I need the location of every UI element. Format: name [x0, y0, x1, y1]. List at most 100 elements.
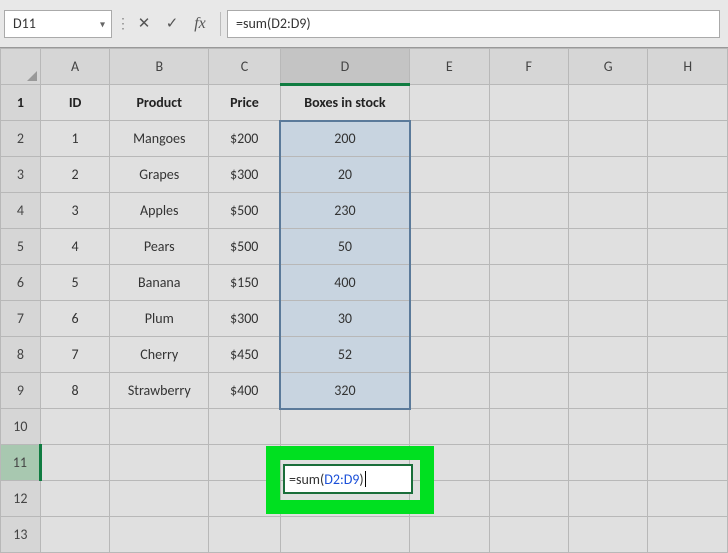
cell-G7[interactable] — [568, 301, 647, 337]
row-header-2[interactable]: 2 — [1, 121, 41, 157]
cell-D2[interactable]: 200 — [280, 121, 409, 157]
cell-A9[interactable]: 8 — [40, 373, 110, 409]
cell-H3[interactable] — [648, 157, 728, 193]
row-header-5[interactable]: 5 — [1, 229, 41, 265]
cell-F8[interactable] — [489, 337, 568, 373]
cell-E6[interactable] — [410, 265, 489, 301]
cell-C10[interactable] — [209, 409, 281, 445]
cell-C6[interactable]: $150 — [209, 265, 281, 301]
cell-A1[interactable]: ID — [40, 85, 110, 121]
cell-H7[interactable] — [648, 301, 728, 337]
cell-C3[interactable]: $300 — [209, 157, 281, 193]
cell-G4[interactable] — [568, 193, 647, 229]
cell-E7[interactable] — [410, 301, 489, 337]
cell-F6[interactable] — [489, 265, 568, 301]
cell-E11[interactable] — [410, 445, 489, 481]
cell-C11[interactable] — [209, 445, 281, 481]
cell-A2[interactable]: 1 — [40, 121, 110, 157]
cell-B4[interactable]: Apples — [110, 193, 209, 229]
cell-D4[interactable]: 230 — [280, 193, 409, 229]
enter-button[interactable]: ✓ — [158, 10, 186, 38]
cell-F1[interactable] — [489, 85, 568, 121]
cell-B9[interactable]: Strawberry — [110, 373, 209, 409]
cell-B5[interactable]: Pears — [110, 229, 209, 265]
cell-C12[interactable] — [209, 481, 281, 517]
cell-H2[interactable] — [648, 121, 728, 157]
cell-C5[interactable]: $500 — [209, 229, 281, 265]
insert-function-button[interactable]: fx — [186, 10, 214, 38]
cell-E10[interactable] — [410, 409, 489, 445]
column-header-G[interactable]: G — [568, 49, 647, 85]
cell-E8[interactable] — [410, 337, 489, 373]
cell-D6[interactable]: 400 — [280, 265, 409, 301]
cell-G2[interactable] — [568, 121, 647, 157]
name-box[interactable]: D11 ▾ — [4, 10, 112, 38]
column-header-D[interactable]: D — [280, 49, 409, 85]
cell-A12[interactable] — [40, 481, 110, 517]
cell-H9[interactable] — [648, 373, 728, 409]
cell-H8[interactable] — [648, 337, 728, 373]
cell-G3[interactable] — [568, 157, 647, 193]
cell-E13[interactable] — [410, 517, 489, 553]
row-header-7[interactable]: 7 — [1, 301, 41, 337]
cell-D10[interactable] — [280, 409, 409, 445]
cell-B7[interactable]: Plum — [110, 301, 209, 337]
cell-F5[interactable] — [489, 229, 568, 265]
row-header-6[interactable]: 6 — [1, 265, 41, 301]
cell-B3[interactable]: Grapes — [110, 157, 209, 193]
cell-D1[interactable]: Boxes in stock — [280, 85, 409, 121]
cell-A3[interactable]: 2 — [40, 157, 110, 193]
cell-D13[interactable] — [280, 517, 409, 553]
cell-D7[interactable]: 30 — [280, 301, 409, 337]
cell-H13[interactable] — [648, 517, 728, 553]
formula-input[interactable]: =sum(D2:D9) — [227, 10, 720, 38]
dropdown-icon[interactable]: ▾ — [100, 17, 105, 30]
cell-C4[interactable]: $500 — [209, 193, 281, 229]
cancel-button[interactable]: ✕ — [130, 10, 158, 38]
cell-A5[interactable]: 4 — [40, 229, 110, 265]
cell-H6[interactable] — [648, 265, 728, 301]
cell-H4[interactable] — [648, 193, 728, 229]
cell-E3[interactable] — [410, 157, 489, 193]
row-header-10[interactable]: 10 — [1, 409, 41, 445]
cell-B10[interactable] — [110, 409, 209, 445]
cell-A13[interactable] — [40, 517, 110, 553]
cell-H12[interactable] — [648, 481, 728, 517]
cell-G12[interactable] — [568, 481, 647, 517]
cell-G11[interactable] — [568, 445, 647, 481]
column-header-E[interactable]: E — [410, 49, 489, 85]
cell-B1[interactable]: Product — [110, 85, 209, 121]
cell-G13[interactable] — [568, 517, 647, 553]
cell-H5[interactable] — [648, 229, 728, 265]
cell-E2[interactable] — [410, 121, 489, 157]
row-header-13[interactable]: 13 — [1, 517, 41, 553]
cell-A4[interactable]: 3 — [40, 193, 110, 229]
cell-H11[interactable] — [648, 445, 728, 481]
cell-G5[interactable] — [568, 229, 647, 265]
row-header-11[interactable]: 11 — [1, 445, 41, 481]
cell-E5[interactable] — [410, 229, 489, 265]
cell-H1[interactable] — [648, 85, 728, 121]
cell-D9[interactable]: 320 — [280, 373, 409, 409]
cell-B13[interactable] — [110, 517, 209, 553]
cell-B6[interactable]: Banana — [110, 265, 209, 301]
column-header-B[interactable]: B — [110, 49, 209, 85]
cell-B12[interactable] — [110, 481, 209, 517]
cell-F7[interactable] — [489, 301, 568, 337]
row-header-3[interactable]: 3 — [1, 157, 41, 193]
cell-A6[interactable]: 5 — [40, 265, 110, 301]
cell-E9[interactable] — [410, 373, 489, 409]
cell-E1[interactable] — [410, 85, 489, 121]
column-header-A[interactable]: A — [40, 49, 110, 85]
cell-B8[interactable]: Cherry — [110, 337, 209, 373]
cell-G1[interactable] — [568, 85, 647, 121]
cell-G10[interactable] — [568, 409, 647, 445]
row-header-1[interactable]: 1 — [1, 85, 41, 121]
cell-C7[interactable]: $300 — [209, 301, 281, 337]
column-header-F[interactable]: F — [489, 49, 568, 85]
cell-D5[interactable]: 50 — [280, 229, 409, 265]
cell-D3[interactable]: 20 — [280, 157, 409, 193]
cell-C8[interactable]: $450 — [209, 337, 281, 373]
cell-B11[interactable] — [110, 445, 209, 481]
cell-H10[interactable] — [648, 409, 728, 445]
